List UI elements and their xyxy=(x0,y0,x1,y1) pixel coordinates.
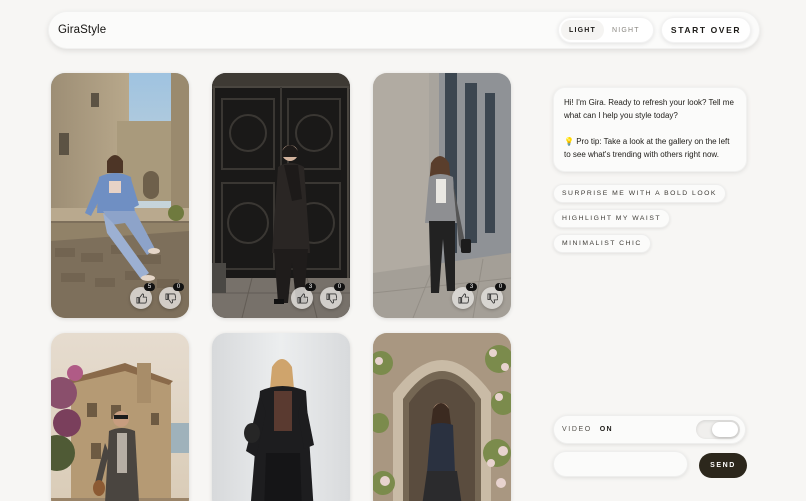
outfit-photo xyxy=(373,73,511,318)
suggestion-bold-look[interactable]: SURPRISE ME WITH A BOLD LOOK xyxy=(553,184,726,203)
video-toggle-switch[interactable] xyxy=(696,420,740,439)
suggestion-highlight-waist[interactable]: HIGHLIGHT MY WAIST xyxy=(553,209,671,228)
message-input[interactable] xyxy=(553,451,688,477)
gallery-card-look-6[interactable] xyxy=(373,333,511,501)
dislike-count: 0 xyxy=(334,283,345,291)
theme-toggle[interactable]: LIGHT NIGHT xyxy=(558,17,654,43)
thumbs-down-icon xyxy=(487,293,498,303)
video-state: ON xyxy=(599,426,613,433)
thumbs-up-icon xyxy=(458,293,469,303)
dislike-button[interactable]: 0 xyxy=(159,283,184,309)
outfit-photo xyxy=(373,333,511,501)
like-button[interactable]: 5 xyxy=(130,283,155,309)
thumbs-down-icon xyxy=(165,293,176,303)
outfit-photo xyxy=(51,333,189,501)
video-label: VIDEO xyxy=(562,426,592,433)
dislike-count: 0 xyxy=(173,283,184,291)
outfit-photo xyxy=(212,333,350,501)
start-over-button[interactable]: START OVER xyxy=(661,17,751,43)
theme-light-option[interactable]: LIGHT xyxy=(561,20,604,40)
dislike-count: 0 xyxy=(495,283,506,291)
like-button[interactable]: 3 xyxy=(452,283,477,309)
gallery-card-look-4[interactable] xyxy=(51,333,189,501)
assistant-message: Hi! I'm Gira. Ready to refresh your look… xyxy=(553,87,747,172)
toggle-knob xyxy=(712,422,738,437)
gallery-card-look-5[interactable] xyxy=(212,333,350,501)
thumbs-up-icon xyxy=(136,293,147,303)
outfit-photo xyxy=(51,73,189,318)
gallery-card-look-2[interactable]: 3 0 xyxy=(212,73,350,318)
gallery-card-look-3[interactable]: 3 0 xyxy=(373,73,511,318)
dislike-button[interactable]: 0 xyxy=(320,283,345,309)
lightbulb-icon: 💡 xyxy=(564,137,574,146)
like-count: 3 xyxy=(305,283,316,291)
gallery-card-look-1[interactable]: 5 0 xyxy=(51,73,189,318)
thumbs-up-icon xyxy=(297,293,308,303)
theme-night-option[interactable]: NIGHT xyxy=(604,20,648,40)
send-button[interactable]: SEND xyxy=(699,453,747,478)
assistant-tip-text: Pro tip: Take a look at the gallery on t… xyxy=(564,137,730,159)
dislike-button[interactable]: 0 xyxy=(481,283,506,309)
video-toggle-row: VIDEO ON xyxy=(553,415,746,444)
top-bar: GiraStyle LIGHT NIGHT START OVER xyxy=(48,11,760,49)
assistant-greeting: Hi! I'm Gira. Ready to refresh your look… xyxy=(564,98,734,120)
like-count: 5 xyxy=(144,283,155,291)
suggestion-minimalist-chic[interactable]: MINIMALIST CHIC xyxy=(553,234,651,253)
thumbs-down-icon xyxy=(326,293,337,303)
outfit-photo xyxy=(212,73,350,318)
like-count: 3 xyxy=(466,283,477,291)
assistant-tip: 💡 Pro tip: Take a look at the gallery on… xyxy=(564,135,736,161)
like-button[interactable]: 3 xyxy=(291,283,316,309)
brand-logo[interactable]: GiraStyle xyxy=(58,24,106,36)
